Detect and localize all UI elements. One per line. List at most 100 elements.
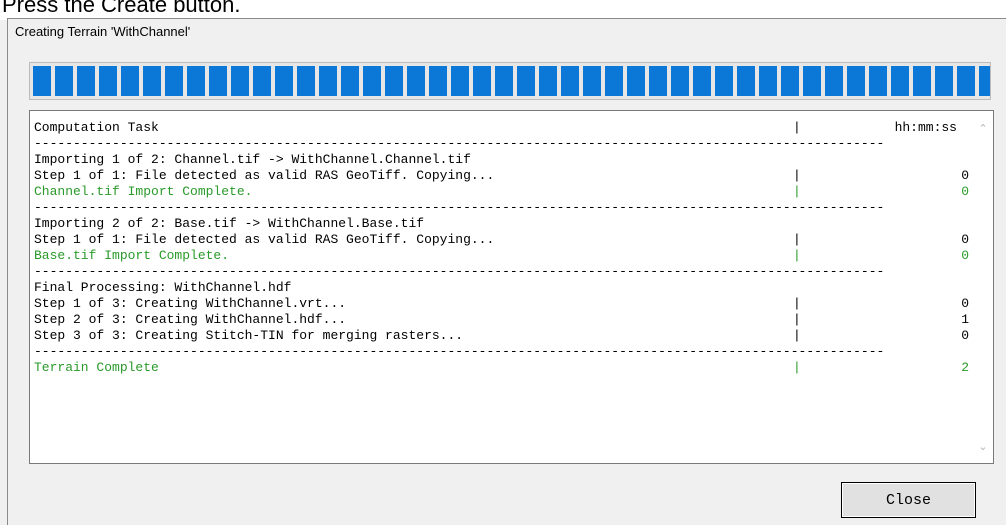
log-line-time: 0 (961, 168, 969, 183)
log-line-text: Step 2 of 3: Creating WithChannel.hdf... (34, 312, 347, 327)
progress-segment (121, 66, 139, 96)
log-line-text: Final Processing: WithChannel.hdf (34, 280, 292, 295)
log-line: Step 1 of 1: File detected as valid RAS … (34, 168, 969, 184)
background-instruction-strip: Press the Create button. (0, 0, 1006, 20)
progress-segment (341, 66, 359, 96)
progress-segment (627, 66, 645, 96)
log-header-row: Computation Task | hh:mm:ss (34, 120, 969, 136)
log-line: Step 2 of 3: Creating WithChannel.hdf...… (34, 312, 969, 328)
progress-bar-fill (30, 63, 990, 99)
log-line: Importing 1 of 2: Channel.tif -> WithCha… (34, 152, 969, 168)
progress-segment (77, 66, 95, 96)
progress-segment (275, 66, 293, 96)
log-line-time: 2 (961, 360, 969, 375)
progress-segment (803, 66, 821, 96)
log-line-divider: | (793, 184, 801, 199)
progress-segment (165, 66, 183, 96)
log-line-time: 0 (961, 184, 969, 199)
log-line-text: Step 1 of 3: Creating WithChannel.vrt... (34, 296, 347, 311)
progress-segment (495, 66, 513, 96)
progress-segment (517, 66, 535, 96)
log-separator: ----------------------------------------… (34, 344, 885, 359)
log-line: Terrain Complete | 2 (34, 360, 969, 376)
log-line-divider: | (793, 296, 801, 311)
progress-segment (407, 66, 425, 96)
log-line: Step 1 of 1: File detected as valid RAS … (34, 232, 969, 248)
progress-segment (847, 66, 865, 96)
log-line-divider: | (793, 232, 801, 247)
progress-segment (759, 66, 777, 96)
progress-segment (605, 66, 623, 96)
log-header-task: Computation Task (34, 120, 159, 135)
progress-segment (913, 66, 931, 96)
log-line: Step 1 of 3: Creating WithChannel.vrt...… (34, 296, 969, 312)
log-line-text: Step 1 of 1: File detected as valid RAS … (34, 232, 495, 247)
log-line-time: 0 (961, 296, 969, 311)
progress-segment (737, 66, 755, 96)
log-content: Computation Task | hh:mm:ss ------------… (34, 120, 969, 376)
log-header-divider: | (793, 120, 801, 135)
log-line-text: Importing 2 of 2: Base.tif -> WithChanne… (34, 216, 425, 231)
log-line: Step 3 of 3: Creating Stitch-TIN for mer… (34, 328, 969, 344)
log-line-divider: | (793, 312, 801, 327)
progress-segment (715, 66, 733, 96)
progress-segment (781, 66, 799, 96)
progress-segment (473, 66, 491, 96)
progress-segment (253, 66, 271, 96)
log-separator: ----------------------------------------… (34, 136, 885, 151)
chevron-up-icon[interactable]: ⌃ (977, 123, 989, 135)
progress-segment (143, 66, 161, 96)
chevron-down-icon[interactable]: ⌄ (977, 441, 989, 453)
log-line-divider: | (793, 168, 801, 183)
log-line-text: Step 3 of 3: Creating Stitch-TIN for mer… (34, 328, 464, 343)
progress-segment (99, 66, 117, 96)
background-instruction-text: Press the Create button. (2, 0, 241, 17)
log-line: Final Processing: WithChannel.hdf (34, 280, 969, 296)
progress-segment (385, 66, 403, 96)
log-line-time: 1 (961, 312, 969, 327)
progress-segment (583, 66, 601, 96)
progress-segment (561, 66, 579, 96)
log-line-text: Channel.tif Import Complete. (34, 184, 253, 199)
log-header-time: hh:mm:ss (894, 120, 957, 135)
progress-segment (209, 66, 227, 96)
log-line-time: 0 (961, 248, 969, 263)
log-line-time: 0 (961, 328, 969, 343)
progress-segment (869, 66, 887, 96)
log-separator: ----------------------------------------… (34, 264, 885, 279)
log-line-divider: | (793, 248, 801, 263)
log-line: Channel.tif Import Complete. | 0 (34, 184, 969, 200)
log-line: Importing 2 of 2: Base.tif -> WithChanne… (34, 216, 969, 232)
log-line-time: 0 (961, 232, 969, 247)
progress-segment (693, 66, 711, 96)
log-separator: ----------------------------------------… (34, 200, 885, 215)
progress-bar (29, 62, 991, 100)
log-line: Base.tif Import Complete. | 0 (34, 248, 969, 264)
log-line-divider: | (793, 328, 801, 343)
progress-segment (187, 66, 205, 96)
progress-segment (297, 66, 315, 96)
progress-segment (363, 66, 381, 96)
progress-segment (429, 66, 447, 96)
log-scrollbar[interactable]: ⌃ ⌄ (973, 111, 993, 463)
log-line-text: Base.tif Import Complete. (34, 248, 230, 263)
close-button[interactable]: Close (841, 482, 976, 518)
progress-segment (825, 66, 843, 96)
log-textbox[interactable]: Computation Task | hh:mm:ss ------------… (29, 110, 994, 464)
progress-segment (649, 66, 667, 96)
progress-segment (891, 66, 909, 96)
log-line-text: Terrain Complete (34, 360, 159, 375)
progress-segment (55, 66, 73, 96)
progress-segment (33, 66, 51, 96)
dialog-title: Creating Terrain 'WithChannel' (15, 24, 191, 39)
progress-segment (957, 66, 975, 96)
progress-segment (451, 66, 469, 96)
log-line-text: Step 1 of 1: File detected as valid RAS … (34, 168, 495, 183)
progress-segment (231, 66, 249, 96)
log-line-divider: | (793, 360, 801, 375)
progress-segment (539, 66, 557, 96)
progress-segment (319, 66, 337, 96)
log-line-text: Importing 1 of 2: Channel.tif -> WithCha… (34, 152, 471, 167)
progress-segment (935, 66, 953, 96)
progress-segment (671, 66, 689, 96)
